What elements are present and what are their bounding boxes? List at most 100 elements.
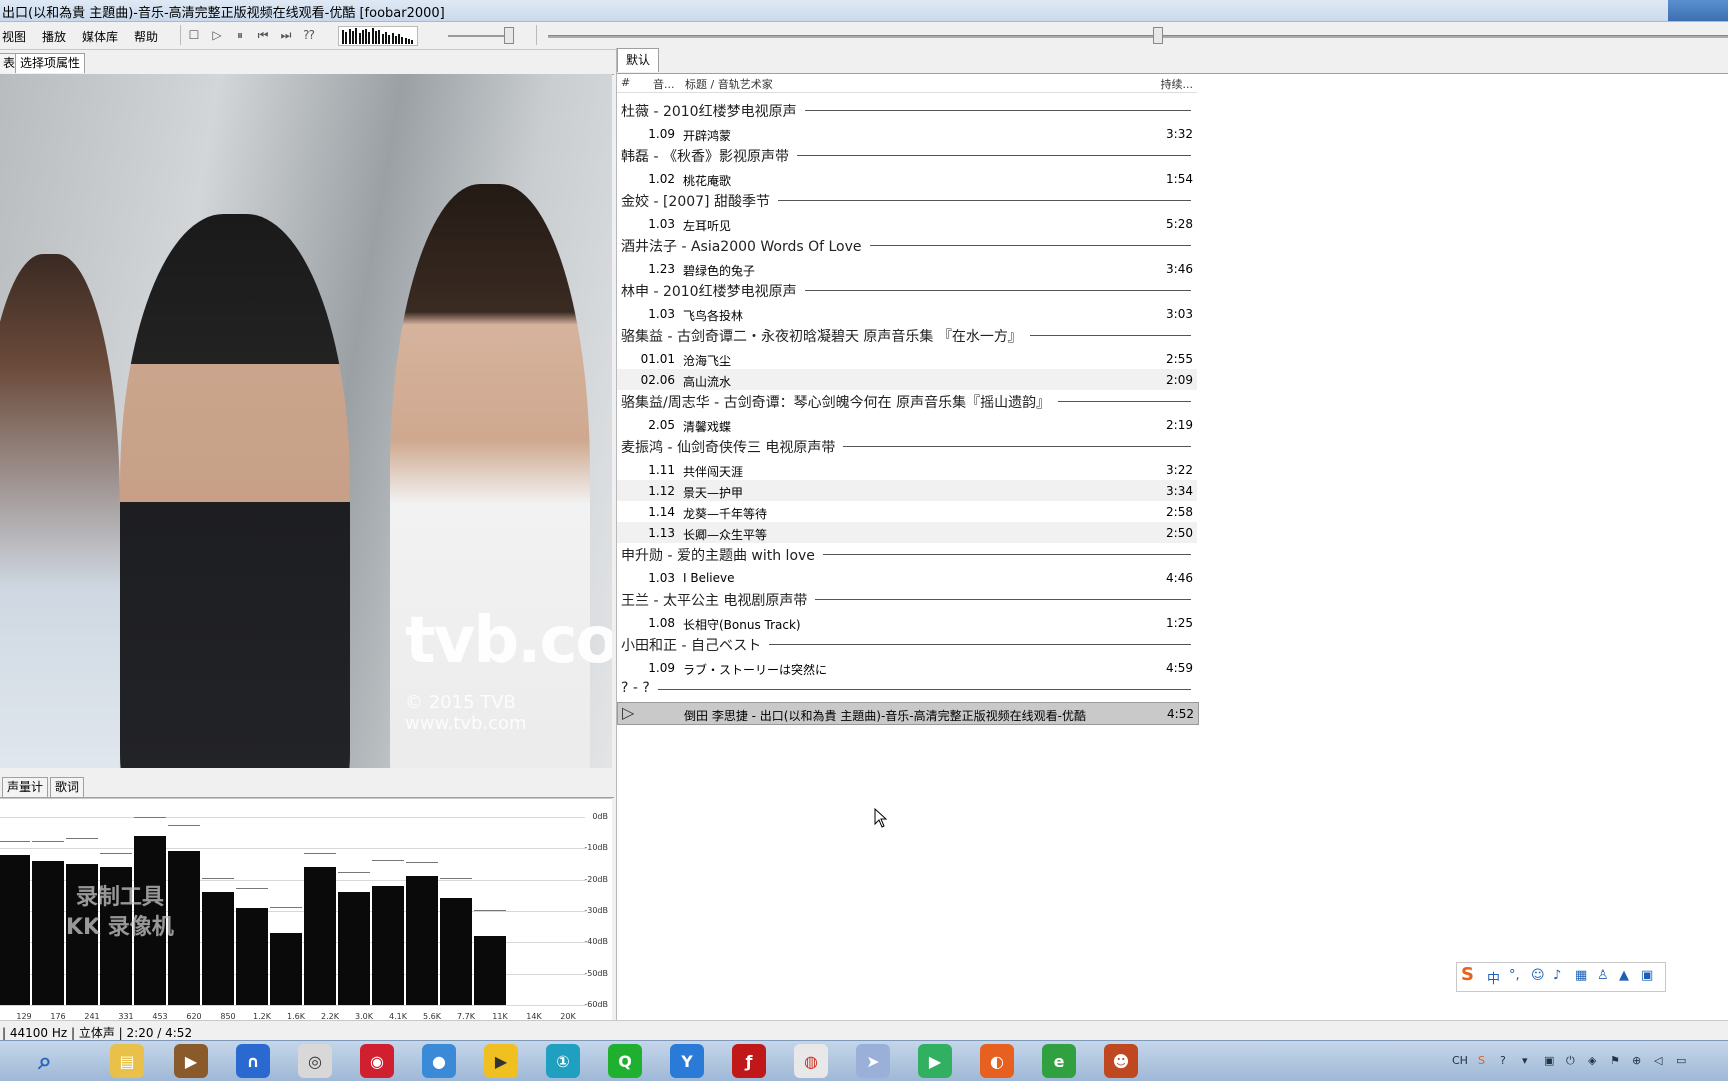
playlist-group-header[interactable]: 骆集益 - 古剑奇谭二・永夜初晗凝碧天 原声音乐集 『在水一方』 xyxy=(617,324,1197,346)
column-title-artist[interactable]: 标题 / 音轨艺术家 xyxy=(685,76,773,92)
volume-thumb[interactable] xyxy=(504,27,514,44)
youku-icon[interactable]: Y xyxy=(670,1044,704,1078)
playlist-track-row[interactable]: 1.23 碧绿色的兔子 3:46 xyxy=(617,258,1197,279)
search-icon[interactable]: ⌕ xyxy=(28,1044,62,1078)
monitor-icon[interactable]: ▭ xyxy=(1676,1054,1686,1067)
playlist-track-row[interactable]: 1.02 桃花庵歌 1:54 xyxy=(617,168,1197,189)
network-icon[interactable]: ▣ xyxy=(1544,1054,1554,1067)
tab-lyrics[interactable]: 歌词 xyxy=(50,777,85,797)
flag-icon[interactable]: ⚑ xyxy=(1610,1054,1620,1067)
previous-icon[interactable]: ⏮ xyxy=(255,27,271,43)
spectrum-bar xyxy=(236,907,268,1005)
playlist-track-row[interactable]: 1.03 飞鸟各投林 3:03 xyxy=(617,303,1197,324)
playlist-group-header[interactable]: 杜薇 - 2010红楼梦电视原声 xyxy=(617,99,1197,121)
random-icon[interactable]: ⁇ xyxy=(301,27,317,43)
playlist-track-row[interactable]: 1.08 长相守(Bonus Track) 1:25 xyxy=(617,612,1197,633)
skin-icon[interactable]: ▲ xyxy=(1619,968,1629,983)
track-number: 1.23 xyxy=(648,262,675,276)
playlist-group-header[interactable]: 申升勋 - 爱的主题曲 with love xyxy=(617,543,1197,565)
menu-playback[interactable]: 播放 xyxy=(42,28,66,45)
power-icon[interactable]: ⏻ xyxy=(1566,1054,1575,1068)
pause-icon[interactable]: ⏸ xyxy=(232,27,248,43)
playlist-group-header[interactable]: 韩磊 - 《秋香》影视原声带 xyxy=(617,144,1197,166)
sogou-icon[interactable]: S xyxy=(1461,964,1474,985)
mini-visualizer-bar xyxy=(398,34,401,44)
help-tray-icon[interactable]: ? xyxy=(1500,1054,1506,1067)
emoji-icon[interactable]: ☺ xyxy=(1531,968,1545,983)
ime-toolbar[interactable]: S 中 °, ☺ ♪ ▦ ♙ ▲ ▣ xyxy=(1456,962,1666,992)
flash-icon[interactable]: ƒ xyxy=(732,1044,766,1078)
playlist-track-row[interactable]: 1.12 景天—护甲 3:34 xyxy=(617,480,1197,501)
microphone-icon[interactable]: ♪ xyxy=(1553,968,1561,983)
tab-default-playlist[interactable]: 默认 xyxy=(617,48,660,72)
toolbox-icon[interactable]: ▣ xyxy=(1641,968,1653,983)
playlist-track-row[interactable]: 01.01 沧海飞尘 2:55 xyxy=(617,348,1197,369)
track-number: 1.12 xyxy=(648,484,675,498)
playlist-group-header[interactable]: 酒井法子 - Asia2000 Words Of Love xyxy=(617,234,1197,256)
punctuation-icon[interactable]: °, xyxy=(1509,968,1520,983)
playlist-group-header[interactable]: 麦振鸿 - 仙剑奇侠传三 电视原声带 xyxy=(617,435,1197,457)
playlist-track-row[interactable]: 1.03 左耳听见 5:28 xyxy=(617,213,1197,234)
menu-help[interactable]: 帮助 xyxy=(134,28,158,45)
chrome-icon[interactable]: ◍ xyxy=(794,1044,828,1078)
playlist-track-row[interactable]: 1.14 龙葵—千年等待 2:58 xyxy=(617,501,1197,522)
update-icon[interactable]: ⊕ xyxy=(1632,1054,1641,1067)
window-controls[interactable] xyxy=(1668,0,1728,21)
video-panel[interactable]: tvb.com © 2015 TVB www.tvb.com xyxy=(0,74,612,768)
menu-view[interactable]: 视图 xyxy=(2,28,26,45)
netease-music-icon[interactable]: ◉ xyxy=(360,1044,394,1078)
track-duration: 1:54 xyxy=(1166,172,1193,186)
playlist-group-header[interactable]: 王兰 - 太平公主 电视剧原声带 xyxy=(617,588,1197,610)
spectrum-peak xyxy=(134,817,166,818)
volume-icon[interactable]: ◁ xyxy=(1654,1054,1662,1067)
headphones-icon[interactable]: ∩ xyxy=(236,1044,270,1078)
browser-icon[interactable]: ● xyxy=(422,1044,456,1078)
player-icon[interactable]: ▶ xyxy=(484,1044,518,1078)
recorder-app-icon[interactable]: ☻ xyxy=(1104,1044,1138,1078)
playlist-group-header[interactable]: 金姣 - [2007] 甜酸季节 xyxy=(617,189,1197,211)
playlist-track-row[interactable]: 1.09 开辟鸿蒙 3:32 xyxy=(617,123,1197,144)
playlist-track-row[interactable]: 1.13 长卿—众生平等 2:50 xyxy=(617,522,1197,543)
tray-arrow-icon[interactable]: ▾ xyxy=(1522,1054,1528,1067)
sogou-tray-icon[interactable]: S xyxy=(1478,1054,1485,1067)
playlist-track-row[interactable]: 1.09 ラブ・ストーリーは突然に 4:59 xyxy=(617,657,1197,678)
spectrum-db-label: -20dB xyxy=(584,874,608,884)
iqiyi-icon[interactable]: Q xyxy=(608,1044,642,1078)
language-indicator[interactable]: CH xyxy=(1452,1054,1468,1067)
seek-bar[interactable] xyxy=(548,35,1728,38)
playlist-group-header[interactable]: 小田和正 - 自己ベスト xyxy=(617,633,1197,655)
user-icon[interactable]: ♙ xyxy=(1597,968,1609,983)
video-player-icon[interactable]: ▶ xyxy=(174,1044,208,1078)
playlist-track-row[interactable]: ▷ 倒田 李思捷 - 出口(以和為貴 主題曲)-音乐-高清完整正版视频在线观看-优… xyxy=(617,702,1199,725)
folder-icon[interactable]: ▤ xyxy=(110,1044,144,1078)
playlist-track-row[interactable]: 2.05 清馨戏蝶 2:19 xyxy=(617,414,1197,435)
seek-thumb[interactable] xyxy=(1153,27,1163,44)
stop-icon[interactable]: ☐ xyxy=(186,27,202,43)
playlist-track-row[interactable]: 02.06 高山流水 2:09 xyxy=(617,369,1197,390)
keyboard-icon[interactable]: ▦ xyxy=(1575,968,1587,983)
playlist-group-header[interactable]: 骆集益/周志华 - 古剑奇谭：琴心剑魄今何在 原声音乐集『摇山遗韵』 xyxy=(617,390,1197,412)
play-icon[interactable]: ▷ xyxy=(209,27,225,43)
shield-icon[interactable]: ◈ xyxy=(1588,1054,1596,1067)
number-one-icon[interactable]: ① xyxy=(546,1044,580,1078)
column-index[interactable]: # xyxy=(621,76,630,89)
media-play-icon[interactable]: ▶ xyxy=(918,1044,952,1078)
spectrum-gridline xyxy=(0,848,585,850)
alien-icon[interactable]: ◎ xyxy=(298,1044,332,1078)
playlist-group-header[interactable]: ? - ? xyxy=(617,678,1197,699)
playlist-track-row[interactable]: 1.11 共伴闯天涯 3:22 xyxy=(617,459,1197,480)
ie-icon[interactable]: e xyxy=(1042,1044,1076,1078)
tab-level-meter[interactable]: 声量计 xyxy=(2,777,49,797)
mini-visualizer-bar xyxy=(381,34,384,44)
column-duration[interactable]: 持续... xyxy=(1161,76,1194,92)
menu-library[interactable]: 媒体库 xyxy=(82,28,118,45)
playlist-group-header[interactable]: 林申 - 2010红楼梦电视原声 xyxy=(617,279,1197,301)
column-disc[interactable]: 音... xyxy=(653,76,675,92)
bird-icon[interactable]: ➤ xyxy=(856,1044,890,1078)
tab-selection-properties[interactable]: 选择项属性 xyxy=(15,53,86,73)
volume-slider[interactable] xyxy=(448,35,512,37)
firefox-icon[interactable]: ◐ xyxy=(980,1044,1014,1078)
next-icon[interactable]: ⏭ xyxy=(278,27,294,43)
ime-mode-label[interactable]: 中 xyxy=(1487,968,1500,987)
playlist-track-row[interactable]: 1.03 I Believe 4:46 xyxy=(617,567,1197,588)
